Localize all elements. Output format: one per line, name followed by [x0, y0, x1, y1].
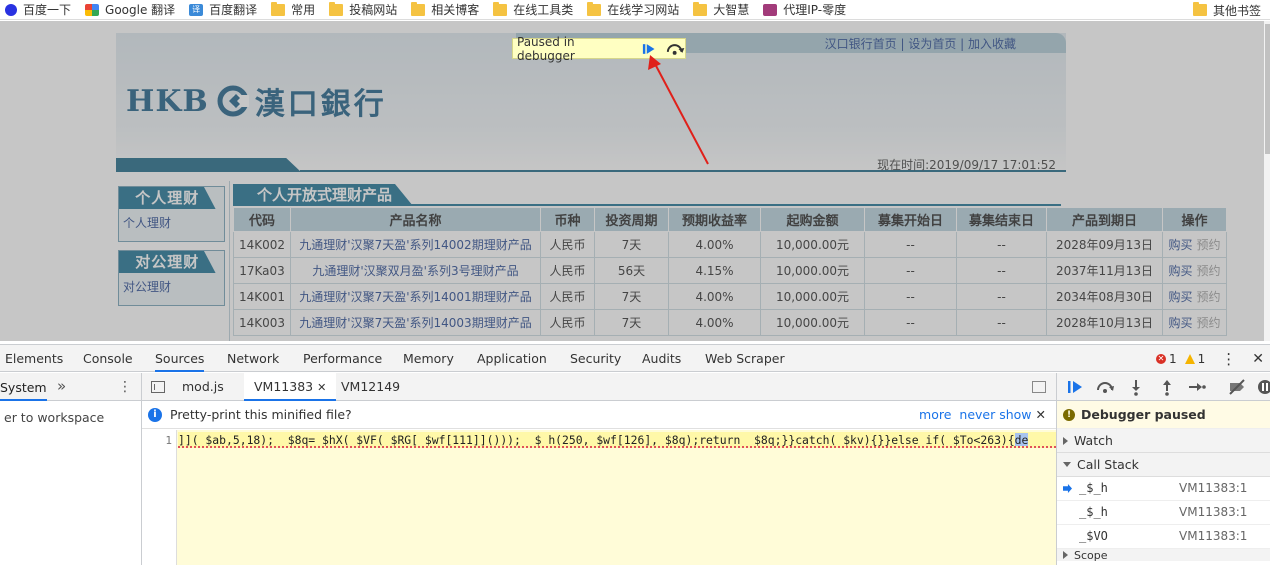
kebab-menu-icon[interactable]: ⋮ [1221, 350, 1236, 368]
watch-label: Watch [1074, 433, 1113, 448]
call-frame-function: _$_h [1079, 505, 1108, 519]
close-tab-icon[interactable]: ✕ [317, 381, 326, 394]
tab-security[interactable]: Security [570, 345, 621, 372]
close-infobar-icon[interactable]: ✕ [1036, 407, 1046, 422]
scope-label: Scope [1074, 549, 1108, 561]
pretty-print-infobar: i Pretty-print this minified file? more … [142, 401, 1056, 429]
tab-network[interactable]: Network [227, 345, 279, 372]
expand-triangle-icon [1063, 436, 1068, 445]
pretty-print-message: Pretty-print this minified file? [170, 407, 352, 422]
call-frame-location[interactable]: VM11383:1 [1179, 505, 1247, 519]
editor-tab-label: VM12149 [341, 379, 401, 394]
line-number[interactable]: 1 [165, 434, 172, 447]
navigator-header: System » ⋮ [0, 373, 141, 401]
tab-performance[interactable]: Performance [303, 345, 382, 372]
watch-section-header[interactable]: Watch [1057, 429, 1270, 453]
call-frame-function: _$VO [1079, 529, 1108, 543]
error-count[interactable]: 1 [1169, 352, 1177, 366]
debugger-paused-banner: ! Debugger paused [1057, 401, 1270, 429]
never-show-link[interactable]: never show [959, 407, 1031, 422]
editor-tab-label: VM11383 [254, 379, 314, 394]
error-icon[interactable]: ✕ [1155, 353, 1166, 364]
code-highlight: de [1014, 433, 1029, 447]
editor-tab-label: mod.js [182, 379, 224, 394]
devtools-panel: Elements Console Sources Network Perform… [0, 344, 1270, 565]
pause-info-icon: ! [1063, 408, 1075, 421]
call-frame[interactable]: _$_h VM11383:1 [1057, 477, 1270, 501]
editor-tab-vm12149[interactable]: VM12149 [331, 373, 410, 401]
tab-sources[interactable]: Sources [155, 345, 205, 372]
debugger-paused-label: Debugger paused [1081, 407, 1206, 422]
editor-tab-modjs[interactable]: mod.js [172, 373, 234, 401]
tab-web-scraper[interactable]: Web Scraper [705, 345, 785, 372]
tab-console[interactable]: Console [83, 345, 133, 372]
step-over-icon[interactable] [1095, 378, 1115, 396]
tab-application[interactable]: Application [477, 345, 547, 372]
editor-tab-vm11383[interactable]: VM11383 ✕ [244, 373, 337, 401]
close-devtools-icon[interactable]: ✕ [1252, 351, 1264, 367]
tab-memory[interactable]: Memory [403, 345, 454, 372]
sources-navigator: System » ⋮ er to workspace [0, 373, 142, 565]
more-tabs-icon[interactable]: » [57, 377, 66, 395]
code-line[interactable]: ]](_$ab,5,18); _$8q=_$hX(_$VF(_$RG[_$wf[… [178, 432, 1056, 448]
warning-count[interactable]: 1 [1198, 352, 1206, 366]
warning-icon[interactable] [1184, 353, 1195, 364]
call-frame-location[interactable]: VM11383:1 [1179, 481, 1247, 495]
navigator-menu-icon[interactable]: ⋮ [118, 379, 132, 395]
code-area[interactable]: 1 ]](_$ab,5,18); _$8q=_$hX(_$VF(_$RG[_$w… [142, 430, 1056, 565]
resume-icon[interactable] [1065, 378, 1085, 396]
expand-triangle-icon [1063, 551, 1068, 559]
info-icon: i [148, 407, 162, 422]
call-frame-location[interactable]: VM11383:1 [1179, 529, 1247, 543]
tab-elements[interactable]: Elements [5, 345, 63, 372]
scope-section-header[interactable]: Scope [1057, 549, 1270, 561]
code-text: ]](_$ab,5,18); _$8q=_$hX(_$VF(_$RG[_$wf[… [178, 433, 1015, 447]
editor-tab-bar: mod.js VM11383 ✕ VM12149 [142, 373, 1056, 401]
call-frame-function: _$_h [1079, 481, 1108, 495]
debugger-toolbar [1057, 373, 1270, 401]
step-icon[interactable] [1187, 378, 1207, 396]
add-folder-to-workspace[interactable]: er to workspace [4, 410, 104, 425]
call-frame[interactable]: _$VO VM11383:1 [1057, 525, 1270, 549]
call-frame[interactable]: _$_h VM11383:1 [1057, 501, 1270, 525]
tab-audits[interactable]: Audits [642, 345, 681, 372]
devtools-status: ✕ 1 1 ⋮ ✕ [1155, 345, 1264, 372]
call-stack-section-header[interactable]: Call Stack [1057, 453, 1270, 477]
step-out-icon[interactable] [1157, 378, 1177, 396]
deactivate-breakpoints-icon[interactable] [1227, 378, 1247, 396]
call-stack-label: Call Stack [1077, 457, 1139, 472]
pretty-print-actions: more never show ✕ [919, 407, 1046, 422]
source-editor: mod.js VM11383 ✕ VM12149 i Pretty-print t… [142, 373, 1056, 565]
toggle-navigator-icon[interactable] [151, 381, 165, 393]
line-gutter[interactable]: 1 [142, 430, 177, 565]
pause-on-exceptions-icon[interactable] [1255, 378, 1270, 396]
current-frame-arrow-icon [1063, 484, 1072, 493]
navigator-tab-filesystem[interactable]: System [0, 380, 47, 401]
toggle-debugger-sidebar-icon[interactable] [1032, 381, 1046, 393]
debugger-sidebar: ! Debugger paused Watch Call Stack _$_h … [1056, 373, 1270, 565]
collapse-triangle-icon [1063, 462, 1071, 467]
step-into-icon[interactable] [1126, 378, 1146, 396]
devtools-tab-bar: Elements Console Sources Network Perform… [0, 345, 1270, 372]
more-link[interactable]: more [919, 407, 951, 422]
